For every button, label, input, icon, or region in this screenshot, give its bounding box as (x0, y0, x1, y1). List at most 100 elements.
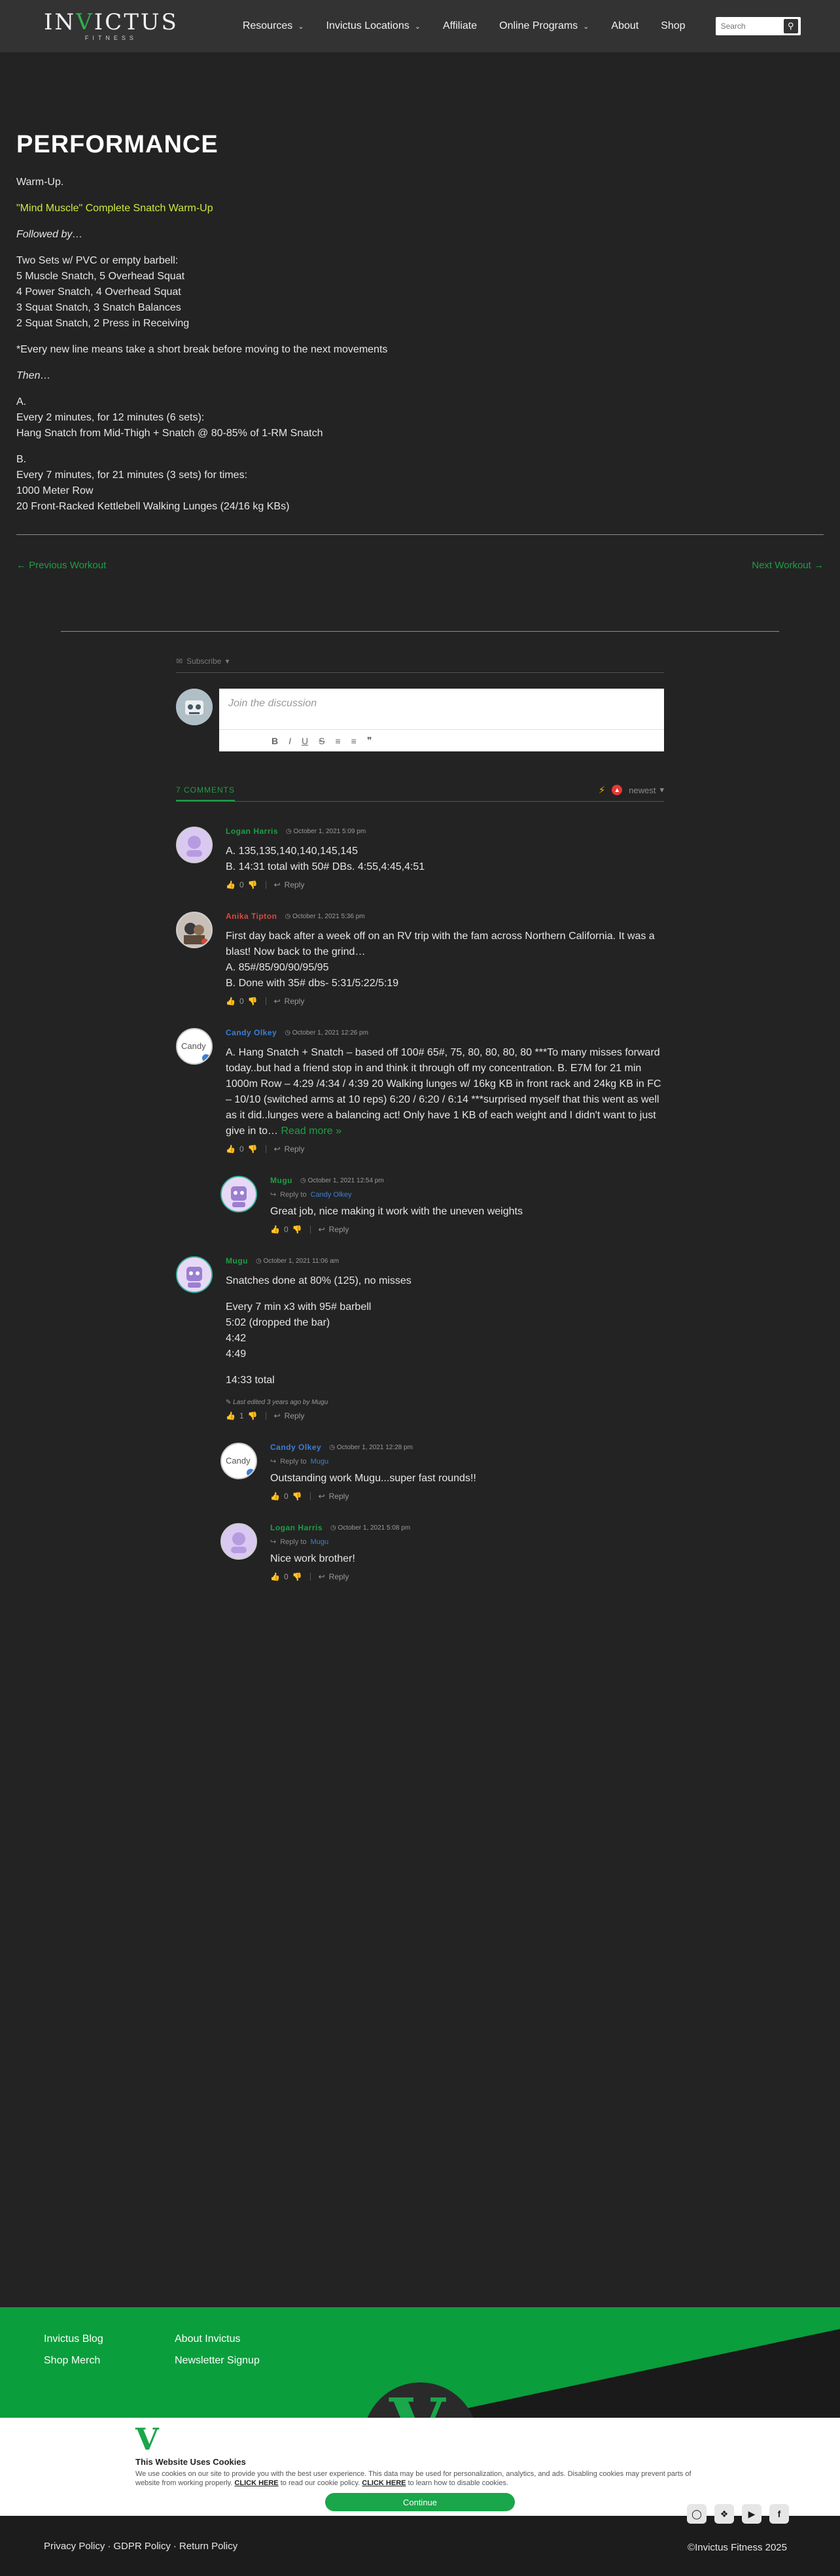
disable-cookies-link[interactable]: CLICK HERE (362, 2479, 406, 2487)
thumbs-up-icon[interactable]: 👍 (270, 1572, 280, 1581)
return-policy-link[interactable]: Return Policy (179, 2541, 237, 2552)
comment-author[interactable]: Logan Harris (270, 1523, 323, 1532)
flame-icon[interactable]: ▲ (612, 785, 623, 795)
comment-date[interactable]: ◷ October 1, 2021 12:26 pm (285, 1029, 368, 1037)
reply-icon[interactable]: ↩ (319, 1492, 325, 1501)
subscribe-toggle[interactable]: ✉ Subscribe ▾ (176, 657, 664, 673)
privacy-policy-link[interactable]: Privacy Policy (44, 2541, 105, 2552)
comment-date[interactable]: ◷ October 1, 2021 5:09 pm (286, 828, 366, 835)
thumbs-down-icon[interactable]: 👎 (292, 1225, 302, 1234)
footer-link-shop-merch[interactable]: Shop Merch (44, 2350, 103, 2371)
reply-button[interactable]: Reply (329, 1225, 349, 1234)
then-label: Then… (16, 370, 51, 381)
nav-about[interactable]: About (611, 20, 639, 32)
reply-to-author[interactable]: Mugu (311, 1538, 329, 1546)
thumbs-up-icon[interactable]: 👍 (270, 1492, 280, 1501)
next-workout-link[interactable]: Next Workout → (752, 560, 824, 571)
comment-actions: 👍 0 👎 ↩ Reply (270, 1572, 664, 1581)
comment-reply: Candy Candy Olkey ◷ October 1, 2021 12:28… (220, 1443, 664, 1501)
nav-online-programs[interactable]: Online Programs ⌄ (499, 20, 589, 32)
comment: Logan Harris ◷ October 1, 2021 5:09 pm A.… (176, 827, 664, 889)
twitter-icon[interactable]: ❖ (714, 2504, 734, 2524)
unordered-list-icon[interactable]: ≡ (351, 736, 357, 746)
thumbs-down-icon[interactable]: 👎 (248, 1411, 258, 1420)
search-box: ⚲ (715, 17, 801, 35)
divider (16, 534, 824, 535)
nav-invictus-locations[interactable]: Invictus Locations ⌄ (326, 20, 421, 32)
part-b-line: 1000 Meter Row (16, 485, 94, 496)
search-icon[interactable]: ⚲ (783, 19, 798, 33)
reply-to-author[interactable]: Candy Olkey (311, 1191, 352, 1199)
reply-button[interactable]: Reply (285, 997, 305, 1006)
cookie-policy-link[interactable]: CLICK HERE (234, 2479, 278, 2487)
reply-button[interactable]: Reply (329, 1492, 349, 1501)
comment-author[interactable]: Anika Tipton (226, 912, 277, 921)
sort-dropdown[interactable]: newest ▾ (629, 785, 664, 795)
strikethrough-icon[interactable]: S (319, 736, 324, 746)
reply-button[interactable]: Reply (285, 1411, 305, 1420)
footer-link-newsletter[interactable]: Newsletter Signup (175, 2350, 260, 2371)
thumbs-up-icon[interactable]: 👍 (270, 1225, 280, 1234)
comment-author[interactable]: Mugu (226, 1256, 248, 1265)
thumbs-down-icon[interactable]: 👎 (248, 997, 258, 1006)
comment-text: A. 135,135,140,140,145,145 B. 14:31 tota… (226, 846, 425, 872)
reply-button[interactable]: Reply (329, 1572, 349, 1581)
thumbs-up-icon[interactable]: 👍 (226, 1411, 236, 1420)
part-a-line: Every 2 minutes, for 12 minutes (6 sets)… (16, 412, 205, 423)
reply-to: ↪ Reply to Mugu (270, 1457, 329, 1466)
reply-button[interactable]: Reply (285, 880, 305, 889)
reply-icon[interactable]: ↩ (274, 997, 281, 1006)
reply-icon[interactable]: ↩ (274, 880, 281, 889)
comment-author[interactable]: Candy Olkey (226, 1028, 277, 1037)
underline-icon[interactable]: U (302, 736, 308, 746)
thumbs-down-icon[interactable]: 👎 (248, 1144, 258, 1154)
comment-date[interactable]: ◷ October 1, 2021 12:28 pm (329, 1444, 413, 1451)
reply-icon[interactable]: ↩ (274, 1411, 281, 1420)
reply-to-author[interactable]: Mugu (311, 1458, 329, 1466)
italic-icon[interactable]: I (289, 736, 291, 746)
facebook-icon[interactable]: f (769, 2504, 789, 2524)
thumbs-down-icon[interactable]: 👎 (292, 1492, 302, 1501)
previous-workout-link[interactable]: ← Previous Workout (16, 560, 106, 571)
youtube-icon[interactable]: ▶ (742, 2504, 761, 2524)
comment-author[interactable]: Candy Olkey (270, 1443, 321, 1452)
continue-button[interactable]: Continue (325, 2493, 515, 2511)
nav-resources[interactable]: Resources ⌄ (243, 20, 304, 32)
thumbs-up-icon[interactable]: 👍 (226, 997, 236, 1006)
comment-date[interactable]: ◷ October 1, 2021 5:08 pm (330, 1524, 410, 1532)
thumbs-down-icon[interactable]: 👎 (292, 1572, 302, 1581)
reply-icon[interactable]: ↩ (274, 1144, 281, 1154)
warmup-link[interactable]: "Mind Muscle" Complete Snatch Warm-Up (16, 201, 824, 216)
read-more-link[interactable]: Read more » (281, 1125, 342, 1137)
comment-date[interactable]: ◷ October 1, 2021 11:06 am (256, 1258, 339, 1265)
footer-bottom: ◯ ❖ ▶ f Privacy Policy · GDPR Policy · Ret… (0, 2504, 840, 2576)
sets-line: 4 Power Snatch, 4 Overhead Squat (16, 286, 181, 298)
footer-link-about[interactable]: About Invictus (175, 2328, 260, 2350)
nav-affiliate[interactable]: Affiliate (443, 20, 477, 32)
comment-date[interactable]: ◷ October 1, 2021 5:36 pm (285, 913, 364, 920)
comment-date[interactable]: ◷ October 1, 2021 12:54 pm (300, 1177, 384, 1184)
comment-reply: Logan Harris ◷ October 1, 2021 5:08 pm ↪ R… (220, 1523, 664, 1581)
comment-author[interactable]: Mugu (270, 1176, 292, 1185)
quote-icon[interactable]: ❞ (367, 735, 372, 746)
thumbs-up-icon[interactable]: 👍 (226, 880, 236, 889)
ordered-list-icon[interactable]: ≡ (335, 736, 340, 746)
comment-author[interactable]: Logan Harris (226, 827, 278, 836)
thumbs-up-icon[interactable]: 👍 (226, 1144, 236, 1154)
instagram-icon[interactable]: ◯ (687, 2504, 707, 2524)
comment-actions: 👍 0 👎 ↩ Reply (226, 997, 664, 1006)
reply-button[interactable]: Reply (285, 1144, 305, 1154)
invictus-logo[interactable]: INVICTUS FITNESS (44, 11, 179, 41)
comment: Candy Candy Olkey ◷ October 1, 2021 12:26… (176, 1028, 664, 1154)
reply-icon[interactable]: ↩ (319, 1225, 325, 1234)
reply-arrow-icon: ↪ (270, 1458, 277, 1466)
bold-icon[interactable]: B (271, 736, 278, 746)
search-input[interactable] (720, 22, 782, 31)
reply-icon[interactable]: ↩ (319, 1572, 325, 1581)
lightning-icon[interactable]: ⚡ (599, 784, 606, 796)
footer-link-blog[interactable]: Invictus Blog (44, 2328, 103, 2350)
nav-shop[interactable]: Shop (661, 20, 685, 32)
comment-input[interactable]: Join the discussion (219, 689, 664, 729)
thumbs-down-icon[interactable]: 👎 (248, 880, 258, 889)
gdpr-policy-link[interactable]: GDPR Policy (113, 2541, 171, 2552)
